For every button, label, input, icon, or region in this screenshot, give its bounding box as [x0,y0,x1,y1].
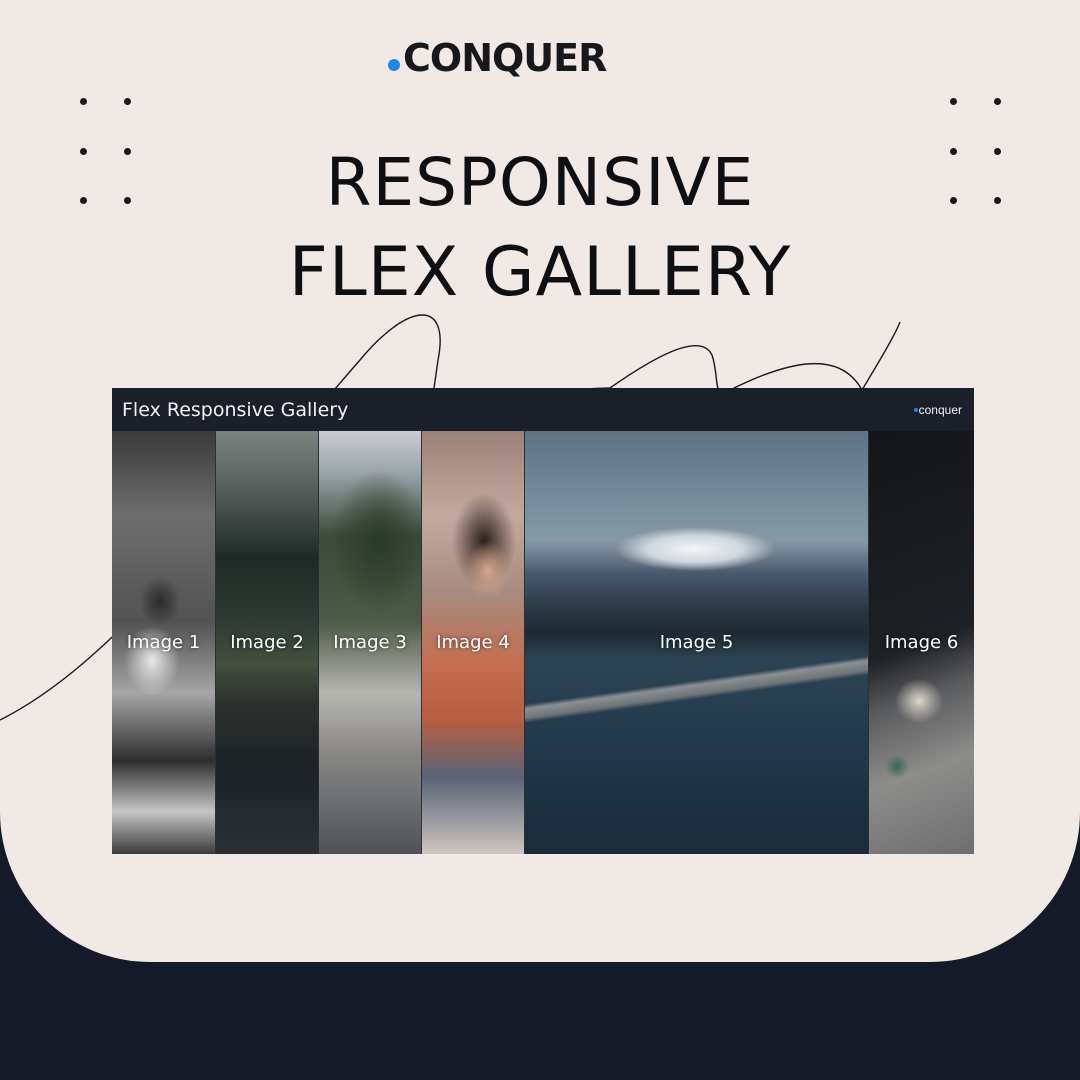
gallery-panel-4[interactable]: Image 4 [422,431,525,854]
gallery-panel-3[interactable]: Image 3 [319,431,422,854]
gallery-panel-1[interactable]: Image 1 [112,431,216,854]
promo-card: CONQUER RESPONSIVE FLEX GALLERY Flex Res… [0,0,1080,962]
window-header: Flex Responsive Gallery conquer [112,388,974,431]
window-logo: conquer [913,402,962,417]
gallery-panel-6[interactable]: Image 6 [869,431,974,854]
logo-dot-icon [913,407,918,412]
panel-label: Image 3 [333,632,407,653]
headline-line-1: RESPONSIVE [325,144,755,221]
flex-gallery: Image 1 Image 2 Image 3 Image 4 Image 5 … [112,431,974,854]
panel-label: Image 4 [436,632,510,653]
gallery-app-window: Flex Responsive Gallery conquer Image 1 … [112,388,974,854]
window-title: Flex Responsive Gallery [122,398,349,421]
brand-name: CONQUER [403,36,607,80]
gallery-panel-5[interactable]: Image 5 [525,431,869,854]
panel-label: Image 2 [230,632,304,653]
brand-logo: CONQUER [388,36,607,80]
panel-label: Image 6 [884,632,959,653]
panel-label: Image 1 [126,632,201,653]
headline-line-2: FLEX GALLERY [288,233,792,312]
window-logo-text: conquer [918,402,962,417]
gallery-panel-2[interactable]: Image 2 [216,431,319,854]
panel-label: Image 5 [659,632,734,653]
brand-dot-icon [388,59,400,71]
